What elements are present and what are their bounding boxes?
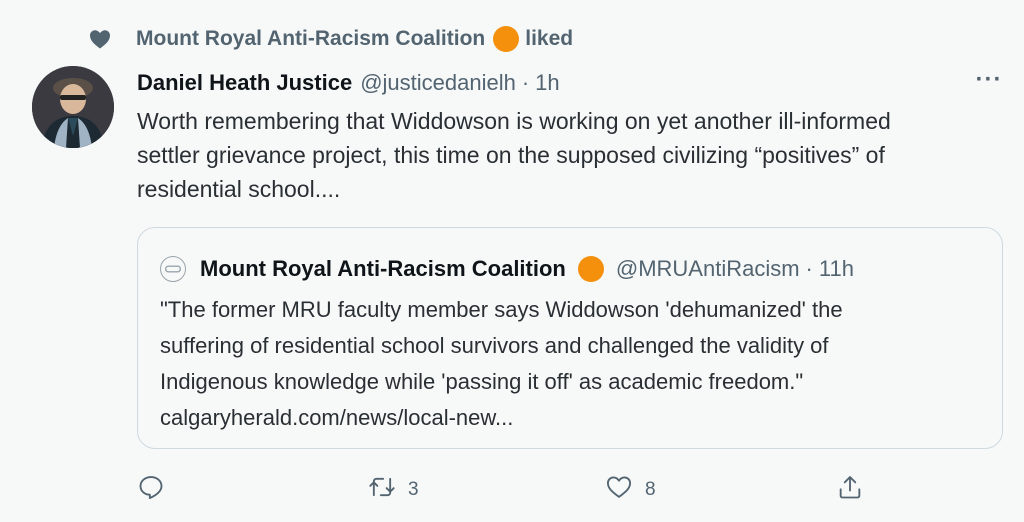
retweet-button[interactable]: 3 xyxy=(368,473,419,507)
tweet-text-line: residential school.... xyxy=(137,176,341,202)
quoted-tweet[interactable]: Mount Royal Anti-Racism Coalition @MRUAn… xyxy=(137,227,1003,449)
quoted-author-name[interactable]: Mount Royal Anti-Racism Coalition xyxy=(200,256,566,282)
share-icon xyxy=(836,473,864,507)
separator: · xyxy=(521,70,530,95)
quoted-text-line: "The former MRU faculty member says Widd… xyxy=(160,297,843,322)
like-button[interactable]: 8 xyxy=(605,473,656,507)
verified-badge-icon xyxy=(577,256,604,282)
social-context-name[interactable]: Mount Royal Anti-Racism Coalition xyxy=(136,27,485,51)
avatar[interactable] xyxy=(32,66,114,148)
heart-icon xyxy=(605,473,633,507)
tweet-header: Daniel Heath Justice @justicedanielh · 1… xyxy=(137,67,560,99)
tweet[interactable]: Mount Royal Anti-Racism Coalition liked … xyxy=(0,0,1024,522)
retweet-count: 3 xyxy=(408,479,419,500)
tweet-text-line: settler grievance project, this time on … xyxy=(137,142,885,168)
reply-icon xyxy=(137,473,165,507)
tweet-timestamp[interactable]: 1h xyxy=(535,70,559,96)
tweet-text: Worth remembering that Widdowson is work… xyxy=(137,104,1007,206)
action-bar: 3 8 xyxy=(0,473,1024,507)
retweet-icon xyxy=(368,473,396,507)
more-options-button[interactable]: ··· xyxy=(972,66,1006,94)
reply-button[interactable] xyxy=(137,473,177,507)
quoted-tweet-text: "The former MRU faculty member says Widd… xyxy=(160,292,990,436)
quoted-text-line: Indigenous knowledge while 'passing it o… xyxy=(160,369,804,394)
quoted-avatar xyxy=(160,256,186,282)
separator: · xyxy=(805,256,813,281)
quoted-author-handle[interactable]: @MRUAntiRacism xyxy=(616,256,800,282)
like-count: 8 xyxy=(645,479,656,500)
social-context: Mount Royal Anti-Racism Coalition liked xyxy=(88,24,573,54)
quoted-link[interactable]: calgaryherald.com/news/local-new... xyxy=(160,400,990,436)
verified-badge-icon xyxy=(493,26,520,52)
author-handle[interactable]: @justicedanielh xyxy=(360,70,516,96)
quoted-text-line: suffering of residential school survivor… xyxy=(160,333,829,358)
author-name[interactable]: Daniel Heath Justice xyxy=(137,70,352,96)
heart-icon xyxy=(88,27,112,51)
quoted-tweet-header: Mount Royal Anti-Racism Coalition @MRUAn… xyxy=(160,252,854,286)
tweet-text-line: Worth remembering that Widdowson is work… xyxy=(137,108,891,134)
quoted-timestamp[interactable]: 11h xyxy=(819,256,854,282)
share-button[interactable] xyxy=(836,473,876,507)
social-context-action: liked xyxy=(525,27,574,50)
